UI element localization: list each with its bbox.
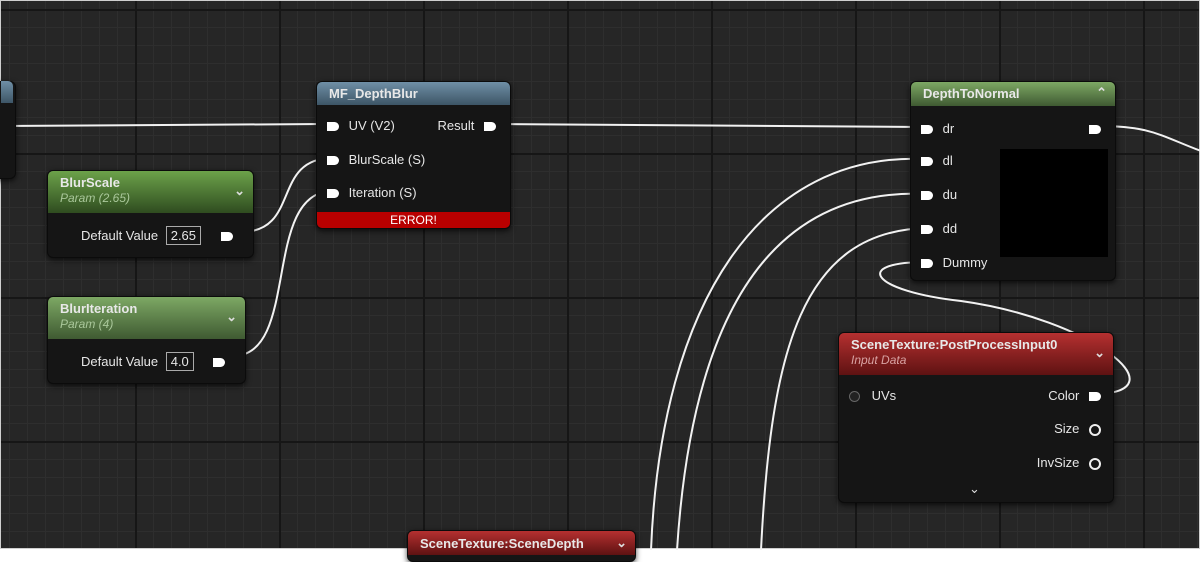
pin-blurscale-connector[interactable] <box>327 156 339 166</box>
pin-dr-label: dr <box>942 121 955 136</box>
pin-uv-connector[interactable] <box>327 122 339 132</box>
pin-iteration-connector[interactable] <box>327 189 339 199</box>
blur-iteration-default-row: Default Value 4.0 <box>81 352 226 371</box>
preview-thumbnail <box>1000 149 1108 257</box>
offscreen-node-header <box>1 81 13 103</box>
pin-dd-connector[interactable] <box>921 225 933 235</box>
pin-dr-connector[interactable] <box>921 125 933 135</box>
pin-iteration-label: Iteration (S) <box>348 185 417 200</box>
blur-iteration-default-label: Default Value <box>81 354 159 369</box>
pin-invsize-connector[interactable] <box>1089 457 1101 470</box>
pin-invsize-label: InvSize <box>1036 455 1080 470</box>
depth-to-normal-header[interactable]: DepthToNormal ⌃ <box>911 82 1115 106</box>
pin-size-connector[interactable] <box>1089 423 1101 436</box>
pin-dd[interactable]: dd <box>921 221 957 236</box>
blur-scale-default-row: Default Value 2.65 <box>81 226 233 245</box>
pin-uv-label: UV (V2) <box>348 118 395 133</box>
chevron-up-icon[interactable]: ⌃ <box>1096 85 1107 101</box>
pin-invsize[interactable]: InvSize <box>1037 455 1101 470</box>
blur-scale-default-value[interactable]: 2.65 <box>165 226 202 245</box>
pin-dl-connector[interactable] <box>921 157 933 167</box>
pin-result-connector[interactable] <box>484 122 496 132</box>
pin-dummy-label: Dummy <box>942 255 988 270</box>
scene-texture-post-subtitle: Input Data <box>851 353 907 367</box>
pin-dl-label: dl <box>942 153 953 168</box>
pin-uvs-label: UVs <box>871 388 897 403</box>
pin-dd-label: dd <box>942 221 958 236</box>
error-banner: ERROR! <box>317 212 510 228</box>
material-graph-canvas[interactable]: MF_DepthBlur UV (V2) Result BlurScale (S… <box>0 0 1200 562</box>
depth-to-normal-node[interactable]: DepthToNormal ⌃ dr dl du dd Dummy <box>910 81 1116 281</box>
blur-scale-header[interactable]: BlurScale Param (2.65) ⌄ <box>48 171 253 213</box>
wire-left-to-uv <box>1 123 326 127</box>
blur-scale-subtitle: Param (2.65) <box>60 191 131 205</box>
scene-texture-depth-header[interactable]: SceneTexture:SceneDepth ⌄ <box>408 531 635 555</box>
chevron-down-icon[interactable]: ⌄ <box>234 183 245 199</box>
scene-texture-post-node[interactable]: SceneTexture:PostProcessInput0 Input Dat… <box>838 332 1114 503</box>
pin-size[interactable]: Size <box>1054 421 1101 436</box>
expand-chevron-icon[interactable]: ⌄ <box>969 481 980 497</box>
pin-blurscale[interactable]: BlurScale (S) <box>327 152 425 167</box>
pin-blurscale-label: BlurScale (S) <box>348 152 426 167</box>
blur-scale-default-label: Default Value <box>81 228 159 243</box>
blur-iteration-output-pin[interactable] <box>213 358 226 368</box>
mf-depth-blur-title: MF_DepthBlur <box>329 86 418 101</box>
blur-scale-node[interactable]: BlurScale Param (2.65) ⌄ Default Value 2… <box>47 170 254 258</box>
pin-du[interactable]: du <box>921 187 957 202</box>
depth-to-normal-title: DepthToNormal <box>923 86 1020 101</box>
blur-iteration-node[interactable]: BlurIteration Param (4) ⌄ Default Value … <box>47 296 246 384</box>
pin-result-label: Result <box>437 118 475 133</box>
pin-uvs-connector[interactable] <box>849 391 860 403</box>
wire-result-to-dr <box>496 123 924 128</box>
scene-texture-post-title: SceneTexture:PostProcessInput0 <box>851 337 1058 352</box>
pin-dummy[interactable]: Dummy <box>921 255 987 270</box>
pin-depth-output[interactable] <box>1089 121 1101 136</box>
scene-texture-depth-node[interactable]: SceneTexture:SceneDepth ⌄ <box>407 530 636 562</box>
blur-scale-output-pin[interactable] <box>220 232 233 242</box>
pin-dl[interactable]: dl <box>921 153 953 168</box>
pin-dr[interactable]: dr <box>921 121 954 136</box>
blur-iteration-header[interactable]: BlurIteration Param (4) ⌄ <box>48 297 245 339</box>
chevron-down-icon[interactable]: ⌄ <box>1094 345 1105 361</box>
pin-du-connector[interactable] <box>921 191 933 201</box>
blur-iteration-default-value[interactable]: 4.0 <box>165 352 194 371</box>
pin-du-label: du <box>942 187 958 202</box>
scene-texture-post-header[interactable]: SceneTexture:PostProcessInput0 Input Dat… <box>839 333 1113 375</box>
pin-depth-output-connector[interactable] <box>1089 125 1101 135</box>
mf-depth-blur-header[interactable]: MF_DepthBlur <box>317 82 510 105</box>
mf-depth-blur-node[interactable]: MF_DepthBlur UV (V2) Result BlurScale (S… <box>316 81 511 229</box>
pin-color-connector[interactable] <box>1089 392 1101 402</box>
blur-scale-title: BlurScale <box>60 175 120 190</box>
pin-dummy-connector[interactable] <box>921 259 933 269</box>
pin-color[interactable]: Color <box>1048 388 1101 403</box>
blur-iteration-subtitle: Param (4) <box>60 317 114 331</box>
chevron-down-icon[interactable]: ⌄ <box>226 309 237 325</box>
pin-uvs[interactable]: UVs <box>849 388 896 403</box>
pin-uv[interactable]: UV (V2) <box>327 118 395 133</box>
pin-result[interactable]: Result <box>438 118 496 133</box>
pin-iteration[interactable]: Iteration (S) <box>327 185 417 200</box>
pin-size-label: Size <box>1054 421 1080 436</box>
pin-color-label: Color <box>1048 388 1080 403</box>
blur-iteration-title: BlurIteration <box>60 301 138 316</box>
